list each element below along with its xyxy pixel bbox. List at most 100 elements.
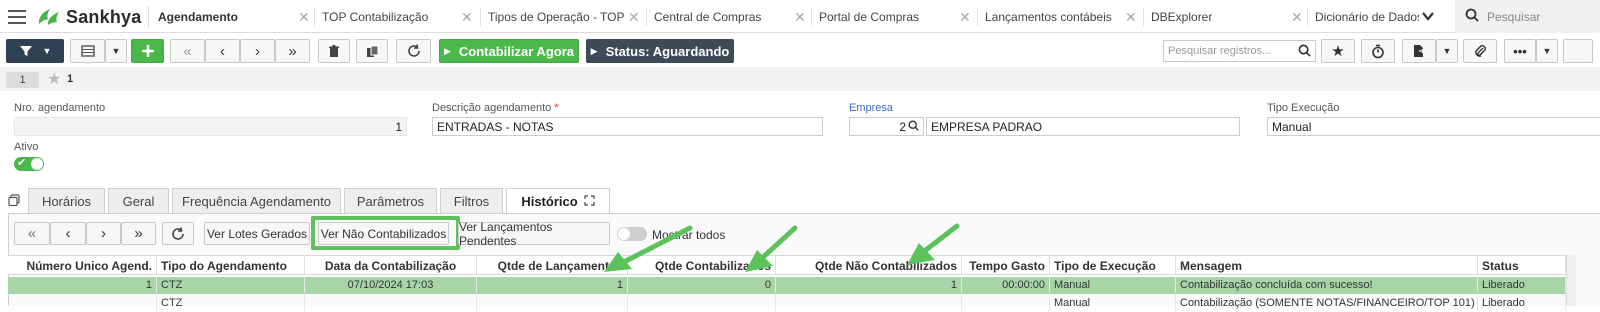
descricao-agendamento-label: Descrição agendamento * (432, 102, 559, 114)
tab-lancamentos-contabeis[interactable]: Lançamentos contábeis ✕ (985, 0, 1143, 33)
plus-icon (141, 45, 154, 57)
tab-agendamento[interactable]: Agendamento ✕ (158, 0, 318, 33)
grid-scrollbar[interactable] (1566, 255, 1576, 306)
more-options-button[interactable]: ••• (1504, 39, 1536, 63)
status-button[interactable]: ▶ Status: Aguardando (586, 39, 734, 63)
brand-name: Sankhya (66, 6, 142, 27)
ver-lancamentos-pendentes-button[interactable]: Ver Lançamentos Pendentes (458, 220, 610, 248)
close-icon[interactable]: ✕ (794, 9, 806, 26)
menu-icon[interactable] (8, 10, 26, 24)
ver-lotes-gerados-button[interactable]: Ver Lotes Gerados (204, 222, 310, 245)
brand-logo[interactable]: Sankhya (36, 5, 141, 29)
double-chevron-left-icon: « (27, 225, 37, 242)
contabilizar-agora-button[interactable]: ▶ Contabilizar Agora (439, 39, 579, 63)
play-icon: ▶ (590, 45, 598, 56)
tab-dbexplorer[interactable]: DBExplorer ✕ (1151, 0, 1309, 33)
check-icon: ✔ (17, 157, 27, 169)
empresa-code-field[interactable]: 2 (849, 117, 924, 136)
grid-next-button[interactable]: › (86, 222, 121, 245)
tab-horarios[interactable]: Horários (28, 188, 105, 213)
close-icon[interactable]: ✕ (1291, 9, 1303, 26)
timer-button[interactable] (1361, 39, 1395, 63)
first-record-button[interactable]: « (170, 39, 205, 63)
paperclip-icon (1475, 45, 1486, 57)
star-icon: ★ (1331, 43, 1345, 60)
trash-icon (329, 44, 339, 57)
grid-refresh-button[interactable] (162, 222, 194, 245)
tab-top-contabilizacao[interactable]: TOP Contabilização ✕ (322, 0, 482, 33)
star-icon[interactable]: ★ (47, 69, 61, 89)
nro-agendamento-label: Nro. agendamento (14, 102, 106, 114)
tab-filtros[interactable]: Filtros (440, 188, 503, 213)
export-button[interactable] (1402, 39, 1436, 63)
refresh-button[interactable] (396, 39, 431, 63)
filter-button[interactable]: ▼ (6, 39, 64, 63)
column-header[interactable]: Status (1478, 256, 1566, 275)
copy-icon (366, 45, 378, 57)
column-header[interactable]: Tipo de Execução (1050, 256, 1176, 275)
tab-parametros[interactable]: Parâmetros (344, 188, 437, 213)
search-icon[interactable] (1298, 44, 1311, 60)
annotation-arrow-icon (745, 225, 798, 272)
previous-record-button[interactable]: ‹ (205, 39, 240, 63)
required-mark: * (554, 102, 559, 114)
nro-agendamento-field[interactable]: 1 (14, 117, 407, 136)
attach-button[interactable] (1463, 39, 1497, 63)
empresa-label[interactable]: Empresa (849, 102, 893, 114)
double-chevron-right-icon: » (134, 225, 143, 242)
highlight-box (311, 216, 460, 250)
close-icon[interactable]: ✕ (628, 9, 640, 26)
grid-first-button[interactable]: « (14, 222, 50, 245)
tab-geral[interactable]: Geral (108, 188, 169, 213)
column-header[interactable]: Tipo do Agendamento (157, 256, 305, 275)
descricao-agendamento-field[interactable]: ENTRADAS - NOTAS (432, 117, 823, 136)
search-icon (1465, 8, 1479, 25)
global-search[interactable]: Pesquisar (1455, 0, 1600, 33)
favorite-button[interactable]: ★ (1321, 39, 1355, 63)
grid-view-button[interactable] (70, 39, 105, 63)
duplicate-button[interactable] (356, 39, 388, 63)
search-icon[interactable] (908, 119, 919, 134)
page-number[interactable]: 1 (6, 72, 39, 88)
annotation-arrow-icon (604, 225, 693, 272)
expand-icon[interactable] (584, 194, 595, 209)
view-options-dropdown[interactable]: ▼ (105, 39, 127, 63)
last-record-button[interactable]: » (275, 39, 310, 63)
grid-previous-button[interactable]: ‹ (50, 222, 86, 245)
close-icon[interactable]: ✕ (461, 9, 473, 26)
stopwatch-icon (1372, 44, 1384, 58)
grid-icon (80, 45, 95, 57)
more-icon: ••• (1513, 43, 1527, 59)
ativo-toggle[interactable]: ✔ (14, 157, 44, 171)
export-dropdown[interactable]: ▼ (1436, 39, 1458, 63)
chevron-right-icon: › (255, 42, 260, 60)
delete-button[interactable] (318, 39, 350, 63)
top-bar: Sankhya Agendamento ✕ TOP Contabilização… (0, 0, 1600, 33)
tipo-execucao-label: Tipo Execução (1267, 102, 1340, 114)
column-header[interactable]: Mensagem (1176, 256, 1478, 275)
tipo-execucao-field[interactable]: Manual (1267, 117, 1600, 136)
grid-last-button[interactable]: » (121, 222, 156, 245)
tab-frequencia-agendamento[interactable]: Frequência Agendamento (172, 188, 341, 213)
overflow-button[interactable] (1563, 39, 1593, 63)
close-icon[interactable]: ✕ (959, 9, 971, 26)
tab-tipos-operacao[interactable]: Tipos de Operação - TOP ✕ (488, 0, 646, 33)
more-options-dropdown[interactable]: ▼ (1536, 39, 1558, 63)
column-header[interactable]: Data da Contabilização (305, 256, 477, 275)
tab-dicionario-dados[interactable]: Dicionário de Dados (1315, 0, 1419, 33)
column-header[interactable]: Número Unico Agend. (8, 256, 157, 275)
next-record-button[interactable]: › (240, 39, 275, 63)
tab-portal-compras[interactable]: Portal de Compras ✕ (819, 0, 977, 33)
close-icon[interactable]: ✕ (1125, 9, 1137, 26)
chevron-down-icon[interactable] (1421, 9, 1435, 26)
add-button[interactable] (131, 39, 164, 63)
tab-historico[interactable]: Histórico (506, 188, 610, 214)
record-search-input[interactable]: Pesquisar registros... (1163, 40, 1316, 62)
table-row[interactable]: 1 CTZ 07/10/2024 17:03 1 0 1 00:00:00 Ma… (8, 277, 1566, 294)
favorites-count: 1 (67, 73, 74, 85)
close-icon[interactable]: ✕ (298, 9, 310, 26)
tab-central-compras[interactable]: Central de Compras ✕ (654, 0, 812, 33)
chevron-right-icon: › (101, 225, 106, 242)
table-row[interactable]: CTZ Manual Contabilização (SOMENTE NOTAS… (8, 295, 1566, 312)
copy-icon[interactable] (8, 194, 21, 210)
